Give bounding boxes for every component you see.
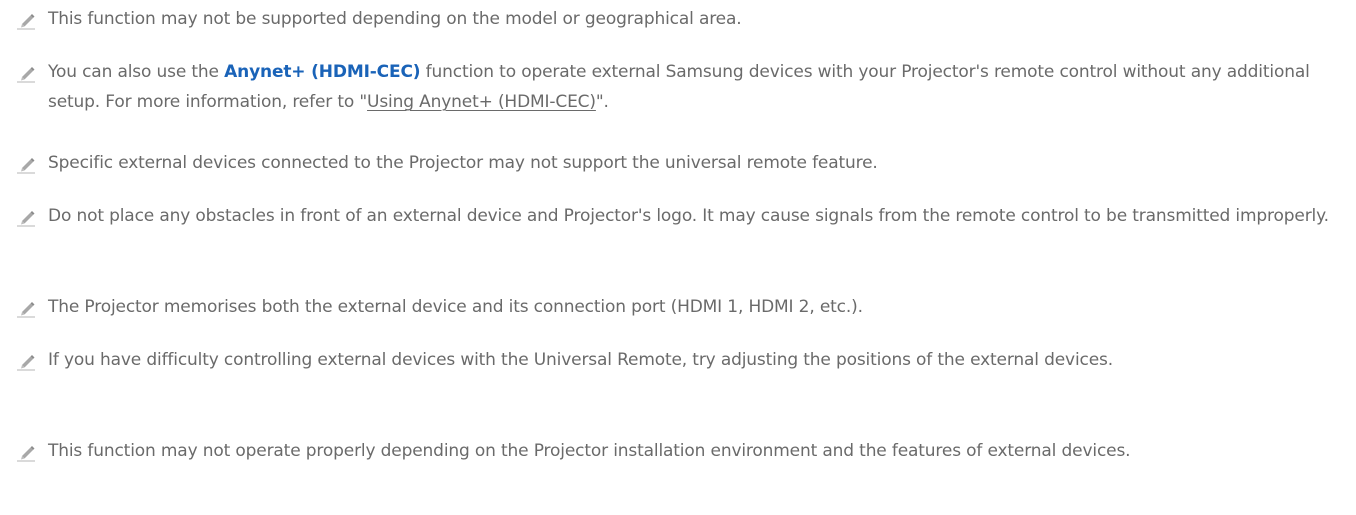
pencil-icon (16, 301, 36, 318)
note-item: If you have difficulty controlling exter… (0, 345, 1356, 375)
note-item: Do not place any obstacles in front of a… (0, 201, 1356, 231)
pencil-icon (16, 66, 36, 83)
note-text: ". (595, 92, 609, 112)
anynet-reference-link[interactable]: Using Anynet+ (HDMI-CEC) (367, 92, 596, 112)
note-text: You can also use the (48, 62, 225, 82)
note-text: Do not place any obstacles in front of a… (48, 206, 1329, 226)
note-text: This function may not operate properly d… (48, 441, 1131, 461)
note-text: The Projector memorises both the externa… (48, 297, 863, 317)
pencil-icon (16, 354, 36, 371)
anynet-highlight: Anynet+ (HDMI-CEC) (224, 62, 421, 82)
note-item: This function may not operate properly d… (0, 436, 1356, 466)
pencil-icon (16, 157, 36, 174)
note-text: If you have difficulty controlling exter… (48, 350, 1113, 370)
pencil-icon (16, 445, 36, 462)
pencil-icon (16, 13, 36, 30)
note-item: Specific external devices connected to t… (0, 148, 1356, 178)
note-item: You can also use the Anynet+ (HDMI-CEC) … (0, 57, 1356, 117)
notes-list: This function may not be supported depen… (0, 0, 1356, 515)
note-text: Specific external devices connected to t… (48, 153, 878, 173)
note-item: This function may not be supported depen… (0, 4, 1356, 34)
note-text: This function may not be supported depen… (48, 9, 742, 29)
note-item: The Projector memorises both the externa… (0, 292, 1356, 322)
pencil-icon (16, 210, 36, 227)
